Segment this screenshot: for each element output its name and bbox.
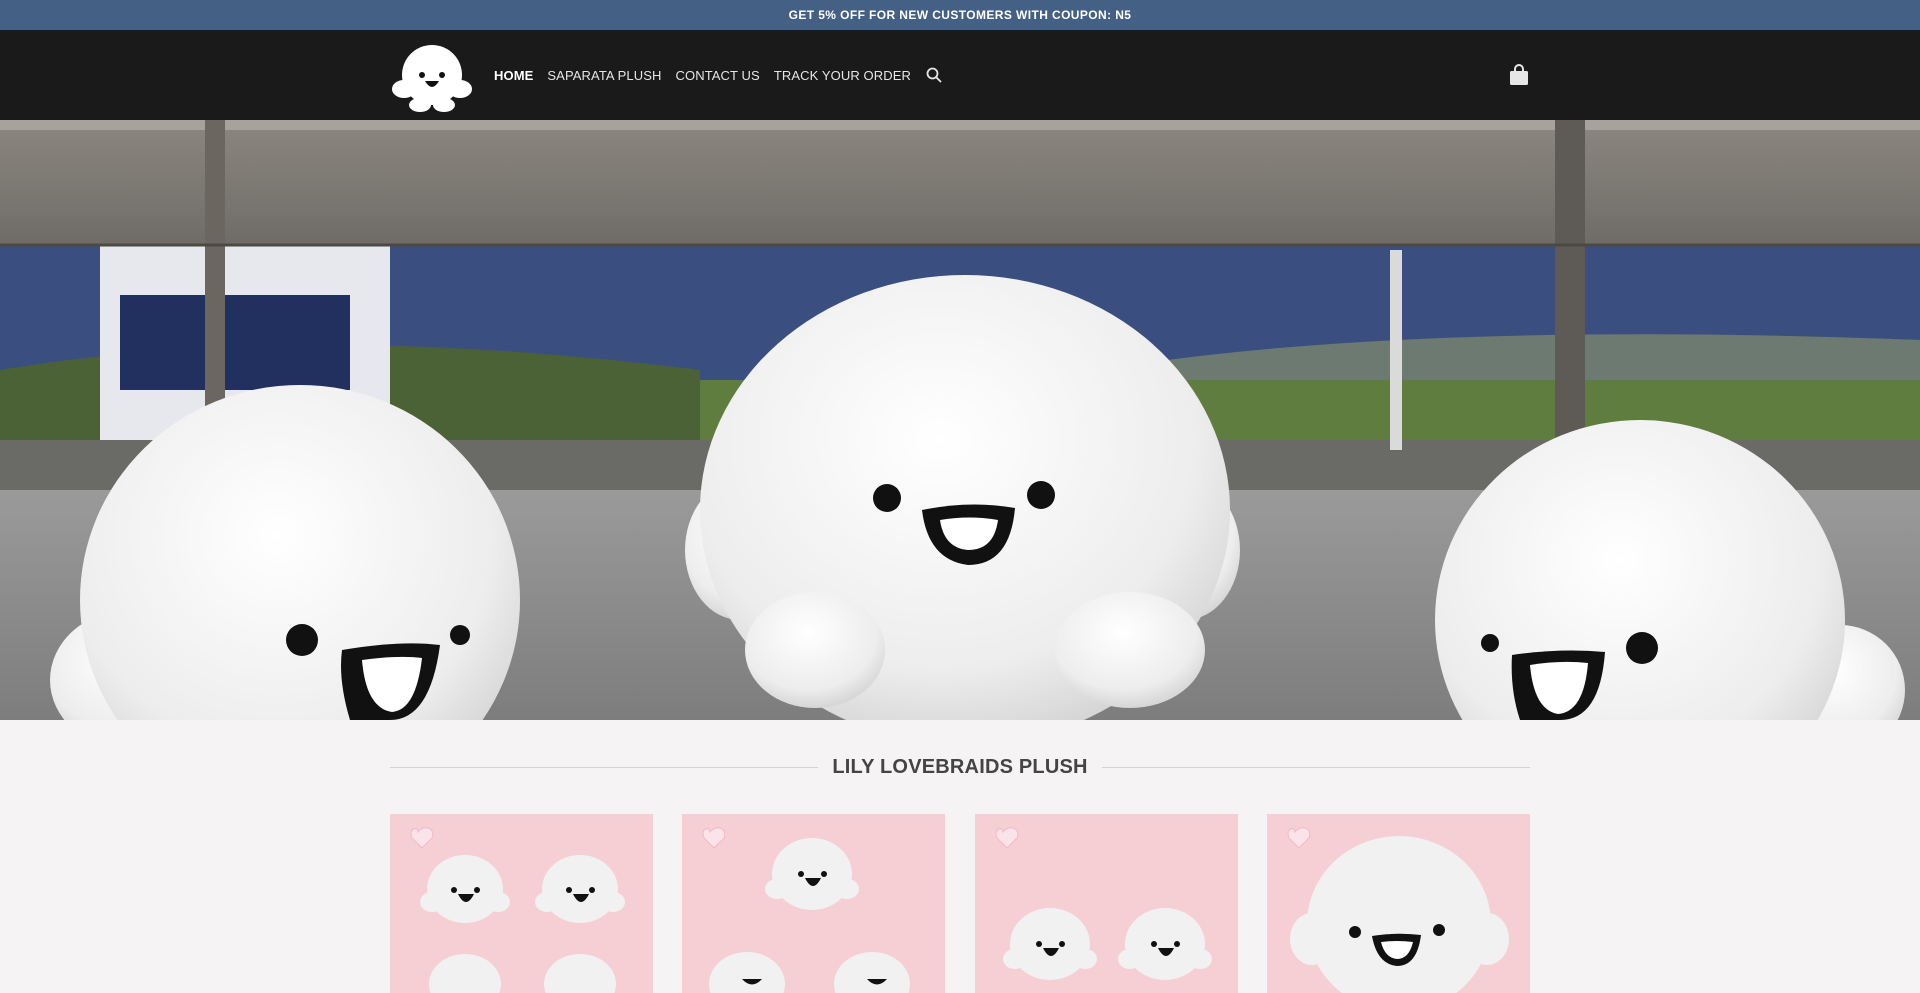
header-inner: HOME SAPARATA PLUSH CONTACT US TRACK YOU…	[390, 30, 1530, 120]
nav-item-track-order[interactable]: TRACK YOUR ORDER	[774, 68, 911, 83]
product-grid	[390, 814, 1530, 993]
section-title: LILY LOVEBRAIDS PLUSH	[832, 755, 1088, 778]
search-icon	[926, 67, 942, 83]
product-image	[974, 814, 1238, 993]
product-image	[390, 814, 653, 993]
site-header: HOME SAPARATA PLUSH CONTACT US TRACK YOU…	[0, 30, 1920, 120]
product-image	[1266, 814, 1530, 993]
product-card[interactable]	[1266, 814, 1530, 993]
site-logo[interactable]	[390, 37, 474, 113]
product-card[interactable]	[974, 814, 1238, 993]
hero-banner[interactable]	[0, 120, 1920, 720]
section-divider-right	[1101, 766, 1531, 768]
search-button[interactable]	[925, 66, 943, 84]
product-card[interactable]	[390, 814, 653, 993]
section-divider-left	[390, 766, 819, 768]
promo-text: GET 5% OFF FOR NEW CUSTOMERS WITH COUPON…	[788, 8, 1132, 22]
hero-image	[0, 120, 1920, 720]
nav-item-home[interactable]: HOME	[494, 68, 533, 83]
promo-bar: GET 5% OFF FOR NEW CUSTOMERS WITH COUPON…	[0, 0, 1920, 30]
shopping-bag-icon	[1510, 64, 1528, 85]
product-card[interactable]	[682, 814, 946, 993]
main-nav: HOME SAPARATA PLUSH CONTACT US TRACK YOU…	[494, 66, 943, 84]
cart-button[interactable]	[1508, 63, 1530, 87]
product-image	[682, 814, 946, 993]
nav-item-saparata-plush[interactable]: SAPARATA PLUSH	[547, 68, 661, 83]
section-title-row: LILY LOVEBRAIDS PLUSH	[390, 752, 1531, 782]
nav-item-contact-us[interactable]: CONTACT US	[676, 68, 760, 83]
